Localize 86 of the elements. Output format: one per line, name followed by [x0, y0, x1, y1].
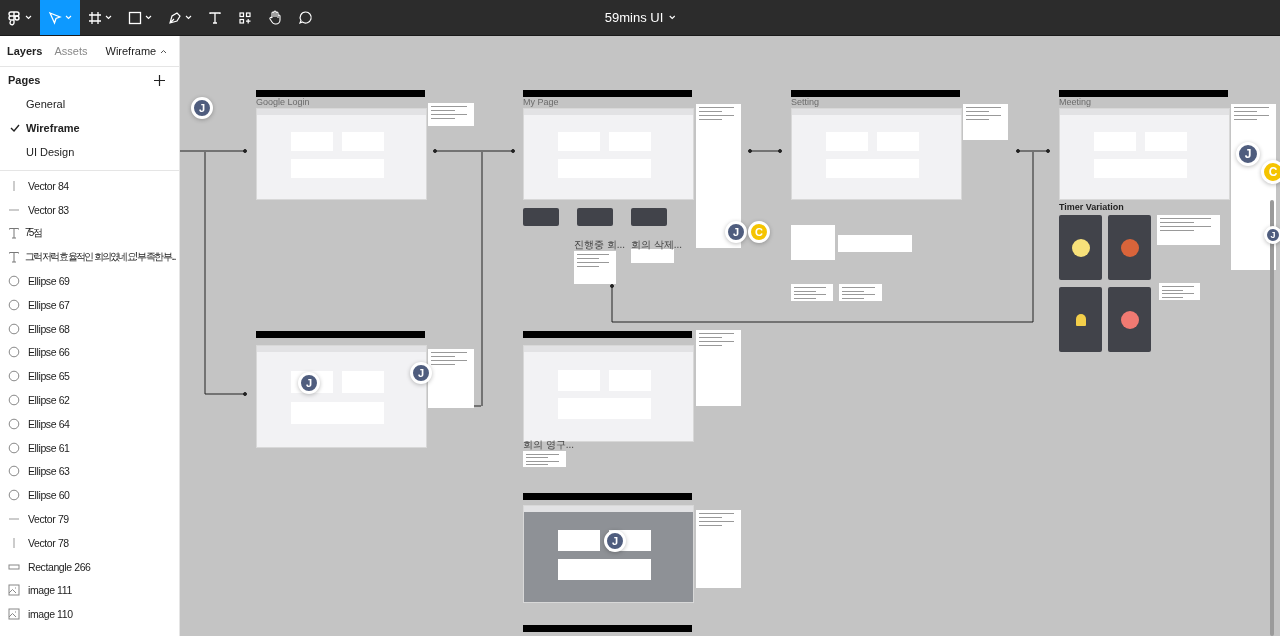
phone-preview	[1059, 215, 1102, 280]
check-icon	[10, 124, 20, 132]
user-avatar[interactable]: J	[1264, 226, 1280, 244]
layer-item[interactable]: 그럭저럭 효율적인 회의였네요! 부족한 부...	[0, 245, 179, 270]
ellipse-icon	[8, 489, 20, 502]
phone-preview	[523, 208, 559, 226]
layer-item[interactable]: Ellipse 65	[0, 364, 179, 389]
phone-preview	[1108, 215, 1151, 280]
page-item[interactable]: Wireframe	[0, 116, 179, 140]
comment-icon	[298, 10, 313, 25]
scrollbar[interactable]	[1270, 200, 1274, 636]
ellipse-icon	[8, 441, 20, 454]
layer-item[interactable]: Vector 78	[0, 530, 179, 555]
logo	[8, 9, 22, 26]
phone-preview	[1108, 287, 1151, 352]
page-switcher[interactable]: Wireframe	[99, 44, 174, 58]
layer-item[interactable]: Ellipse 62	[0, 388, 179, 412]
layer-item[interactable]: Rectangle 266	[0, 554, 179, 579]
ellipse-icon	[8, 465, 20, 478]
panel-tab[interactable]: Assets	[54, 45, 88, 57]
calendar-preview	[791, 225, 835, 260]
group-label: 진행중 회...	[574, 238, 626, 252]
ellipse-icon	[8, 394, 20, 407]
ellipse-icon	[8, 298, 20, 311]
layer-item[interactable]: image 111	[0, 578, 179, 603]
components-icon	[238, 10, 252, 25]
layer-item[interactable]: Vector 84	[0, 174, 179, 198]
text-icon	[8, 227, 20, 240]
group-label: 회의 삭제...	[631, 238, 683, 252]
pen-icon	[168, 10, 182, 25]
user-avatar[interactable]: J	[725, 221, 747, 243]
user-avatar[interactable]: J	[191, 97, 213, 119]
layer-item[interactable]: Ellipse 63	[0, 459, 179, 484]
rectangle-icon	[128, 10, 142, 25]
layer-item[interactable]: Ellipse 64	[0, 411, 179, 436]
pages-heading: Pages	[8, 74, 41, 86]
chevron-icon	[145, 15, 152, 20]
text-icon	[8, 251, 20, 264]
phone-preview	[1059, 287, 1102, 352]
section-label: Timer Variation	[1059, 202, 1124, 212]
group-label: 회의 영구...	[523, 438, 575, 452]
image-icon	[8, 608, 20, 621]
file-title[interactable]: 59mins UI	[598, 9, 682, 26]
frame-preview[interactable]	[523, 505, 694, 603]
layer-item[interactable]: image 110	[0, 602, 179, 627]
annotation-card	[574, 251, 616, 284]
phone-preview	[631, 208, 667, 226]
phone-preview	[577, 208, 613, 226]
page-item[interactable]: UI Design	[0, 140, 179, 164]
layer-item[interactable]: Vector 79	[0, 507, 179, 531]
ellipse-icon	[8, 417, 20, 430]
layer-item[interactable]: Ellipse 69	[0, 269, 179, 293]
annotation-card	[428, 103, 474, 126]
frame-icon	[88, 10, 102, 25]
ellipse-icon	[8, 346, 20, 359]
layer-item[interactable]: Ellipse 68	[0, 316, 179, 341]
chevron-icon	[65, 15, 72, 20]
add-icon[interactable]	[154, 74, 165, 86]
image-icon	[8, 584, 20, 597]
annotation-card	[963, 104, 1008, 140]
hand-icon	[268, 10, 282, 25]
layer-item[interactable]: Ellipse 67	[0, 293, 179, 317]
layer-item[interactable]: Ellipse 60	[0, 483, 179, 508]
layer-item[interactable]: Ellipse 66	[0, 340, 179, 365]
text-icon	[208, 10, 222, 25]
annotation-card	[523, 451, 566, 467]
chevron-icon	[185, 15, 192, 20]
layer-item[interactable]: 75점	[0, 221, 179, 246]
cursor-icon	[48, 10, 62, 25]
ellipse-icon	[8, 275, 20, 288]
annotation-card	[1157, 215, 1220, 245]
annotation-card	[428, 349, 474, 408]
chevron-icon	[105, 15, 112, 20]
layer-item[interactable]: Ellipse 61	[0, 435, 179, 460]
page-item[interactable]: General	[0, 92, 179, 116]
ellipse-icon	[8, 370, 20, 383]
annotation-card	[791, 284, 833, 301]
panel-tab[interactable]: Layers	[7, 45, 43, 57]
chevron-icon	[160, 48, 168, 54]
layer-item[interactable]: Vector 83	[0, 197, 179, 222]
annotation-card	[631, 249, 674, 263]
ellipse-icon	[8, 322, 20, 335]
chevron-icon	[668, 15, 676, 20]
annotation-card	[839, 284, 882, 301]
annotation-card	[1159, 283, 1200, 300]
chevron-icon	[25, 15, 32, 20]
